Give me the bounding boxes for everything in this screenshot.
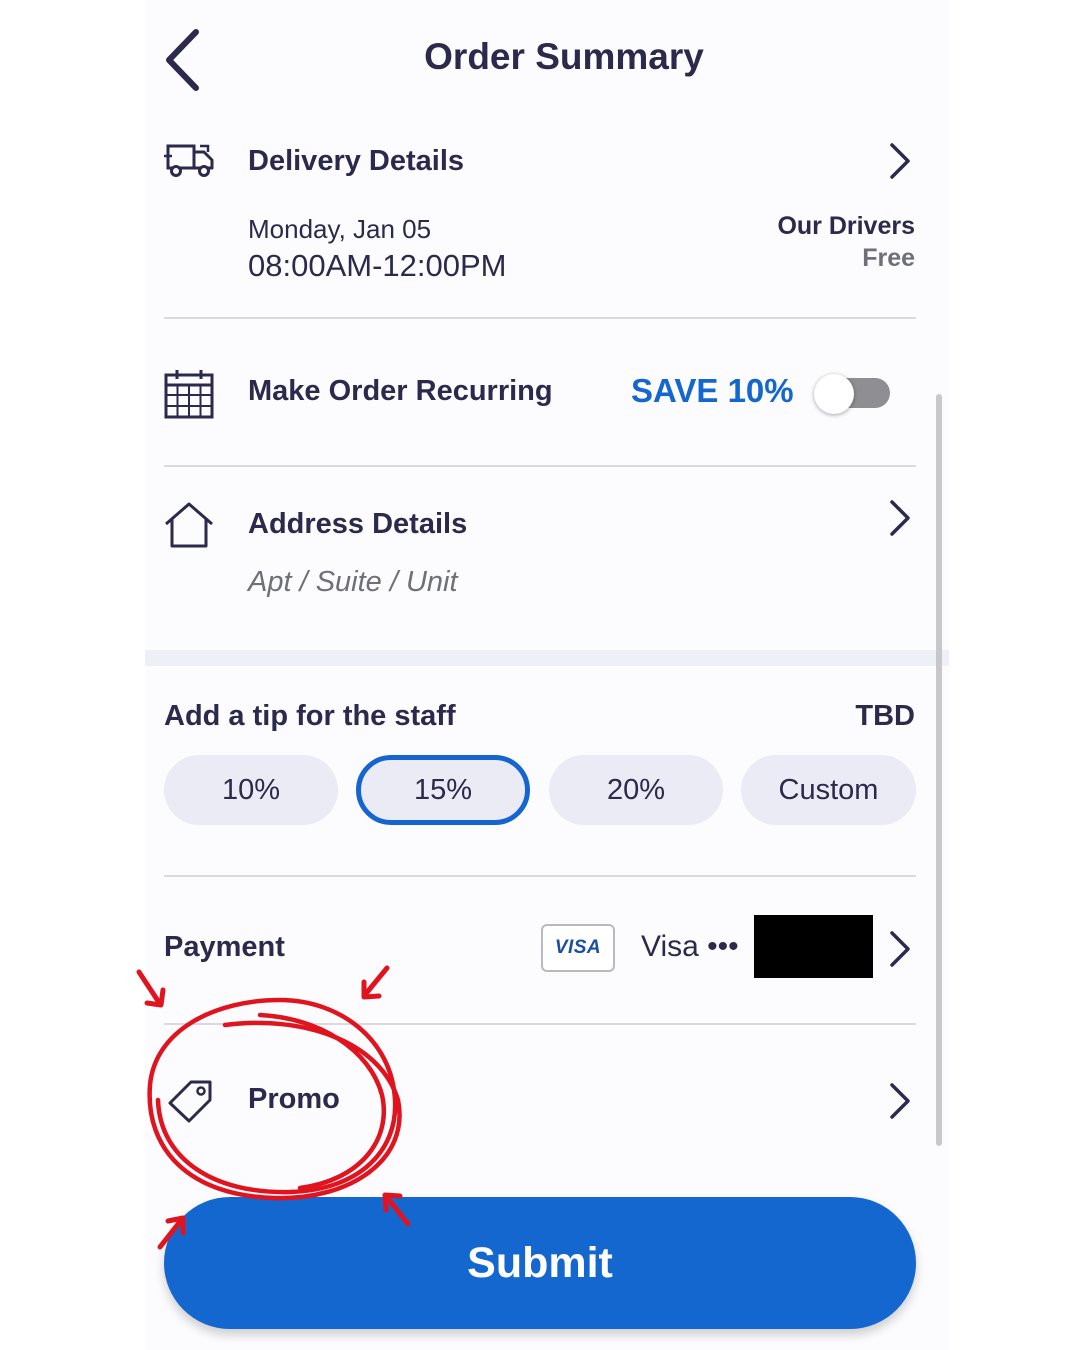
payment-title: Payment bbox=[164, 931, 285, 963]
delivery-date: Monday, Jan 05 bbox=[248, 214, 432, 244]
payment-chevron[interactable] bbox=[884, 929, 914, 969]
toggle-knob bbox=[814, 374, 854, 414]
tip-option-20[interactable]: 20% bbox=[549, 755, 723, 825]
address-details-title: Address Details bbox=[248, 508, 468, 540]
address-unit-field[interactable]: Apt / Suite / Unit bbox=[248, 566, 458, 599]
divider bbox=[164, 465, 916, 467]
scrollbar[interactable] bbox=[936, 394, 942, 1146]
visa-badge: VISA bbox=[541, 924, 615, 972]
chevron-right-icon bbox=[890, 500, 910, 536]
page-title: Order Summary bbox=[424, 36, 704, 77]
delivery-fee: Free bbox=[862, 244, 915, 272]
recurring-toggle[interactable] bbox=[814, 374, 892, 414]
home-icon bbox=[164, 502, 214, 553]
recurring-save-badge: SAVE 10% bbox=[631, 372, 794, 409]
screen-background bbox=[145, 0, 949, 1350]
delivery-details-title: Delivery Details bbox=[248, 145, 465, 177]
delivery-details-chevron[interactable] bbox=[884, 141, 914, 181]
redacted-card-number bbox=[754, 915, 873, 978]
divider bbox=[164, 875, 916, 877]
payment-card-label: Visa ••• bbox=[641, 930, 739, 963]
tip-title: Add a tip for the staff bbox=[164, 700, 456, 732]
promo-chevron[interactable] bbox=[884, 1081, 914, 1121]
chevron-right-icon bbox=[890, 143, 910, 179]
tip-amount: TBD bbox=[855, 700, 915, 732]
promo-title: Promo bbox=[248, 1083, 340, 1115]
tag-icon bbox=[164, 1076, 216, 1131]
chevron-right-icon bbox=[890, 931, 910, 967]
divider bbox=[164, 1023, 916, 1025]
tip-option-10[interactable]: 10% bbox=[164, 755, 338, 825]
tip-option-15[interactable]: 15% bbox=[356, 755, 530, 825]
truck-icon bbox=[164, 142, 216, 183]
tip-option-custom[interactable]: Custom bbox=[741, 755, 916, 825]
delivery-carrier: Our Drivers bbox=[777, 212, 915, 240]
delivery-time-window: 08:00AM-12:00PM bbox=[248, 248, 507, 283]
divider bbox=[164, 317, 916, 319]
section-separator bbox=[145, 650, 949, 666]
chevron-right-icon bbox=[890, 1083, 910, 1119]
submit-button[interactable]: Submit bbox=[164, 1197, 916, 1329]
address-details-chevron[interactable] bbox=[884, 498, 914, 538]
calendar-icon bbox=[164, 368, 214, 425]
recurring-title: Make Order Recurring bbox=[248, 375, 553, 407]
